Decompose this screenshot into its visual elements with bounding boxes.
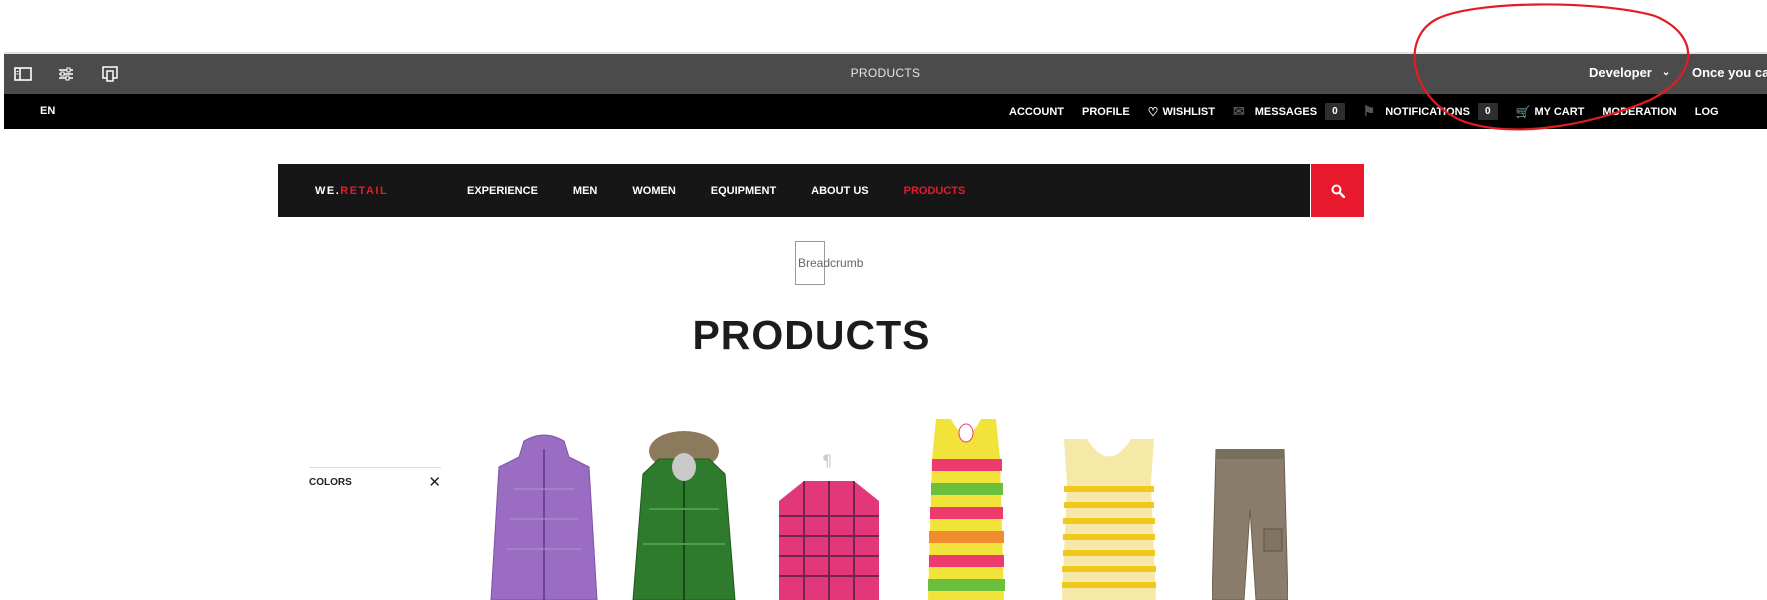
chevron-down-icon: ⌄ [1661,67,1671,78]
close-icon[interactable]: ✕ [428,473,441,491]
product-pink-shirt[interactable]: ¶ [774,446,884,600]
nav-experience[interactable]: EXPERIENCE [467,185,538,197]
svg-text:¶: ¶ [822,451,832,470]
utility-bar: EN ACCOUNT PROFILE ♡ WISHLIST ✉ MESSAGES… [4,94,1767,129]
nav-about-us[interactable]: ABOUT US [811,185,868,197]
mode-label: Developer [1589,65,1652,80]
wishlist-link[interactable]: ♡ WISHLIST [1148,105,1215,119]
page-title: PRODUCTS [692,312,931,358]
nav-products[interactable]: PRODUCTS [904,185,966,197]
search-button[interactable] [1311,164,1364,217]
product-striped-tank[interactable] [926,419,1006,600]
cart-label: MY CART [1534,105,1585,118]
breadcrumb-label: Breadcrumb [798,256,864,270]
overlay-text: Once you ca [1692,65,1767,80]
product-yellow-tank[interactable] [1059,439,1159,600]
profile-link[interactable]: PROFILE [1082,106,1130,118]
author-frame: PRODUCTS Developer ⌄ Once you ca EN ACCO… [4,52,1767,600]
envelope-icon: ✉ [1233,103,1245,119]
breadcrumb-placeholder[interactable]: Breadcrumb [795,241,863,285]
mode-selector[interactable]: Developer ⌄ [1589,65,1670,80]
cart-link[interactable]: 🛒 MY CART [1516,105,1585,119]
editor-toolbar: PRODUCTS Developer ⌄ Once you ca [4,54,1767,94]
messages-link[interactable]: ✉ MESSAGES 0 [1233,103,1345,120]
filter-label: COLORS [309,477,352,488]
account-link[interactable]: ACCOUNT [1009,106,1064,118]
cart-icon: 🛒 [1515,104,1531,119]
messages-count: 0 [1325,103,1345,120]
heart-icon: ♡ [1147,104,1159,119]
page-title-label: PRODUCTS [850,66,921,80]
logo-prefix: WE. [315,185,341,197]
colors-filter: COLORS ✕ [309,467,441,491]
nav-equipment[interactable]: EQUIPMENT [711,185,776,197]
utility-nav: ACCOUNT PROFILE ♡ WISHLIST ✉ MESSAGES 0 … [1009,94,1737,129]
messages-label: MESSAGES [1254,105,1318,118]
nav-women[interactable]: WOMEN [632,185,675,197]
notifications-label: NOTIFICATIONS [1385,105,1470,118]
site-logo[interactable]: WE.RETAIL [315,185,388,197]
nav-men[interactable]: MEN [573,185,597,197]
flag-icon: ⚑ [1362,103,1376,119]
moderation-link[interactable]: MODERATION [1602,106,1676,118]
search-icon [1331,184,1345,198]
notifications-count: 0 [1477,103,1498,120]
logout-link[interactable]: LOG [1695,106,1719,118]
language-selector[interactable]: EN [40,105,55,117]
notifications-link[interactable]: ⚑ NOTIFICATIONS 0 [1363,103,1498,120]
product-green-jacket[interactable] [629,429,739,600]
logo-brand: RETAIL [340,185,389,197]
main-navigation: WE.RETAIL EXPERIENCE MEN WOMEN EQUIPMENT… [278,164,1310,217]
nav-links: EXPERIENCE MEN WOMEN EQUIPMENT ABOUT US … [467,164,1000,217]
product-cargo-shorts[interactable] [1211,448,1289,600]
wishlist-label: WISHLIST [1162,105,1215,118]
product-purple-jacket[interactable] [489,429,599,600]
